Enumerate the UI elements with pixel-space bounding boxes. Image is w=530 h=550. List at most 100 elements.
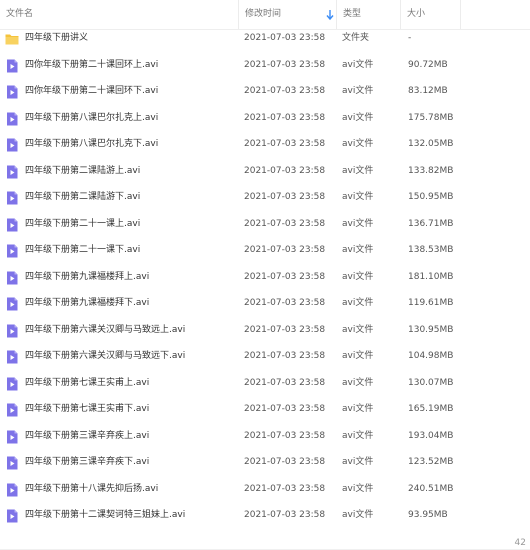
file-row[interactable]: 四年级下册第七课王实甫下.avi 2021-07-03 23:58 avi文件 165… [0, 396, 530, 423]
file-row[interactable]: 四年级下册第三课辛弃疾上.avi 2021-07-03 23:58 avi文件 193… [0, 423, 530, 450]
file-modified-time: 2021-07-03 23:58 [244, 218, 326, 229]
video-file-icon [7, 377, 18, 390]
file-name[interactable]: 四年级下册第十二课契诃特三姐妹上.avi [25, 502, 185, 529]
file-type: avi文件 [342, 483, 374, 494]
file-name[interactable]: 四年级下册第八课巴尔扎克下.avi [25, 131, 158, 158]
file-name[interactable]: 四年级下册第七课王实甫下.avi [25, 396, 149, 423]
file-modified-time: 2021-07-03 23:58 [244, 33, 326, 43]
file-row[interactable]: 四年级下册第八课巴尔扎克上.avi 2021-07-03 23:58 avi文件 17… [0, 105, 530, 132]
file-row[interactable]: 四年级下册第六课关汉卿与马致远上.avi 2021-07-03 23:58 avi文… [0, 317, 530, 344]
file-modified-time: 2021-07-03 23:58 [244, 457, 326, 467]
file-size: 136.71MB [408, 218, 454, 229]
file-size: 181.10MB [408, 271, 454, 282]
file-name[interactable]: 四年级下册第八课巴尔扎克上.avi [25, 105, 158, 132]
file-row[interactable]: 四年级下册第二课陆游下.avi 2021-07-03 23:58 avi文件 150.… [0, 184, 530, 211]
file-name[interactable]: 四年级下册第三课辛弃疾上.avi [25, 423, 149, 450]
item-count: 42 [514, 538, 526, 548]
file-row[interactable]: 四年级下册第二十一课上.avi 2021-07-03 23:58 avi文件 136.… [0, 211, 530, 238]
file-row[interactable]: 四年级下册第八课巴尔扎克下.avi 2021-07-03 23:58 avi文件 13… [0, 131, 530, 158]
file-type: 文件夹 [342, 33, 370, 43]
file-size: 138.53MB [408, 245, 454, 255]
file-row[interactable]: 四年级下册第七课王实甫上.avi 2021-07-03 23:58 avi文件 130… [0, 370, 530, 397]
file-type: avi文件 [342, 245, 374, 255]
sort-descending-icon[interactable] [326, 9, 334, 21]
file-type: avi文件 [342, 86, 374, 96]
video-file-icon [7, 456, 18, 470]
file-name[interactable]: 四年级下册第二课陆游下.avi [25, 184, 140, 211]
file-type: avi文件 [342, 165, 374, 176]
file-modified-time: 2021-07-03 23:58 [244, 165, 326, 176]
file-size: 175.78MB [408, 112, 454, 123]
file-name[interactable]: 四年级下册第六课关汉卿与马致远下.avi [25, 343, 185, 370]
file-row[interactable]: 四你年级下册第二十课回环上.avi 2021-07-03 23:58 avi文件 90… [0, 52, 530, 79]
file-size: 165.19MB [408, 404, 454, 414]
file-name[interactable]: 四年级下册第九课福楼拜上.avi [25, 264, 149, 291]
file-size: 150.95MB [408, 192, 454, 202]
file-name[interactable]: 四年级下册第二十一课下.avi [25, 237, 140, 264]
video-file-icon [7, 271, 18, 284]
file-row[interactable]: 四年级下册第二课陆游上.avi 2021-07-03 23:58 avi文件 133.… [0, 158, 530, 185]
file-row[interactable]: 四年级下册第九课福楼拜下.avi 2021-07-03 23:58 avi文件 119… [0, 290, 530, 317]
file-modified-time: 2021-07-03 23:58 [244, 483, 326, 494]
file-name[interactable]: 四年级下册第三课辛弃疾下.avi [25, 449, 149, 476]
file-size: 193.04MB [408, 430, 454, 441]
file-modified-time: 2021-07-03 23:58 [244, 351, 326, 361]
file-type: avi文件 [342, 59, 374, 70]
video-file-icon [7, 297, 18, 311]
file-type: avi文件 [342, 324, 374, 335]
file-list: 四年级下册讲义 2021-07-03 23:58 文件夹 - 四你年级下册第二十课回环上… [0, 25, 530, 529]
file-type: avi文件 [342, 457, 374, 467]
file-name[interactable]: 四年级下册第七课王实甫上.avi [25, 370, 149, 397]
video-file-icon [7, 59, 18, 72]
file-row[interactable]: 四年级下册第六课关汉卿与马致远下.avi 2021-07-03 23:58 avi文… [0, 343, 530, 370]
video-file-icon [7, 191, 18, 205]
file-name[interactable]: 四年级下册第十八课先抑后扬.avi [25, 476, 158, 503]
file-row[interactable]: 四年级下册第十二课契诃特三姐妹上.avi 2021-07-03 23:58 avi文… [0, 502, 530, 529]
file-row[interactable]: 四年级下册讲义 2021-07-03 23:58 文件夹 - [0, 25, 530, 52]
file-name[interactable]: 四年级下册第二课陆游上.avi [25, 158, 140, 185]
file-name[interactable]: 四年级下册第九课福楼拜下.avi [25, 290, 149, 317]
video-file-icon [7, 430, 18, 443]
file-modified-time: 2021-07-03 23:58 [244, 86, 326, 96]
file-type: avi文件 [342, 139, 374, 149]
file-modified-time: 2021-07-03 23:58 [244, 510, 326, 520]
file-type: avi文件 [342, 351, 374, 361]
file-modified-time: 2021-07-03 23:58 [244, 139, 326, 149]
file-name[interactable]: 四你年级下册第二十课回环上.avi [25, 52, 158, 79]
file-size: 133.82MB [408, 165, 454, 176]
video-file-icon [7, 165, 18, 178]
file-size: 83.12MB [408, 86, 448, 96]
file-modified-time: 2021-07-03 23:58 [244, 59, 326, 70]
file-name[interactable]: 四年级下册第二十一课上.avi [25, 211, 140, 238]
folder-icon [5, 34, 19, 45]
file-modified-time: 2021-07-03 23:58 [244, 298, 326, 308]
file-size: 119.61MB [408, 298, 454, 308]
file-modified-time: 2021-07-03 23:58 [244, 430, 326, 441]
file-row[interactable]: 四年级下册第九课福楼拜上.avi 2021-07-03 23:58 avi文件 181… [0, 264, 530, 291]
video-file-icon [7, 244, 18, 258]
file-name[interactable]: 四年级下册第六课关汉卿与马致远上.avi [25, 317, 185, 344]
file-modified-time: 2021-07-03 23:58 [244, 192, 326, 202]
video-file-icon [7, 324, 18, 337]
file-modified-time: 2021-07-03 23:58 [244, 271, 326, 282]
file-size: 93.95MB [408, 510, 448, 520]
video-file-icon [7, 509, 18, 523]
video-file-icon [7, 218, 18, 231]
file-name[interactable]: 四年级下册讲义 [25, 25, 88, 52]
file-type: avi文件 [342, 218, 374, 229]
file-size: - [408, 33, 412, 43]
video-file-icon [7, 403, 18, 417]
video-file-icon [7, 483, 18, 496]
file-row[interactable]: 四你年级下册第二十课回环下.avi 2021-07-03 23:58 avi文件 83… [0, 78, 530, 105]
file-name[interactable]: 四你年级下册第二十课回环下.avi [25, 78, 158, 105]
file-row[interactable]: 四年级下册第三课辛弃疾下.avi 2021-07-03 23:58 avi文件 123… [0, 449, 530, 476]
file-row[interactable]: 四年级下册第二十一课下.avi 2021-07-03 23:58 avi文件 138.… [0, 237, 530, 264]
video-file-icon [7, 138, 18, 152]
file-row[interactable]: 四年级下册第十八课先抑后扬.avi 2021-07-03 23:58 avi文件 24… [0, 476, 530, 503]
file-type: avi文件 [342, 377, 374, 388]
file-type: avi文件 [342, 271, 374, 282]
file-size: 90.72MB [408, 59, 448, 70]
video-file-icon [7, 112, 18, 125]
file-size: 130.95MB [408, 324, 454, 335]
file-size: 123.52MB [408, 457, 454, 467]
